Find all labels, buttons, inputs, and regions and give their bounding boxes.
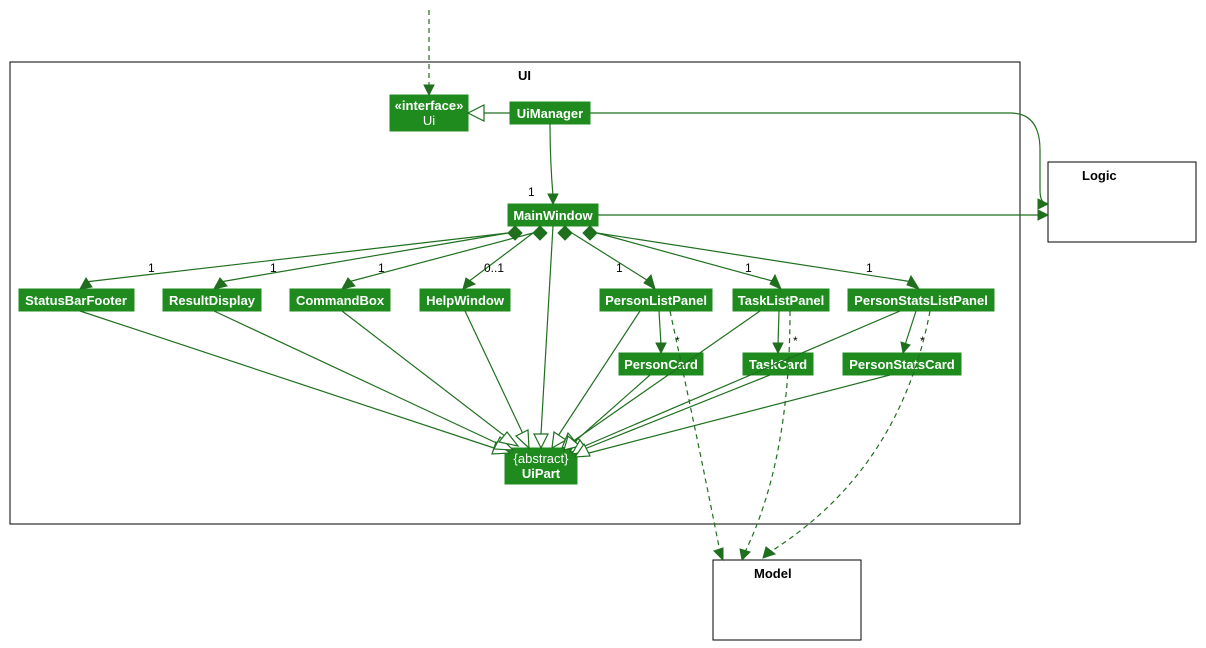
multiplicity-mainwindow: 1 bbox=[528, 185, 535, 199]
svg-text:«interface»: «interface» bbox=[395, 98, 464, 113]
package-ui-label: UI bbox=[518, 68, 531, 83]
svg-text:UiPart: UiPart bbox=[522, 466, 561, 481]
package-logic-label: Logic bbox=[1082, 168, 1117, 183]
svg-text:{abstract}: {abstract} bbox=[514, 451, 570, 466]
node-ui-part: {abstract} UiPart bbox=[505, 448, 577, 484]
multiplicity-resultdisplay: 1 bbox=[270, 261, 277, 275]
svg-text:UiManager: UiManager bbox=[517, 106, 583, 121]
multiplicity-personlistpanel: 1 bbox=[616, 261, 623, 275]
multiplicity-personcard: * bbox=[675, 334, 680, 348]
node-person-stats-card: PersonStatsCard bbox=[843, 353, 961, 375]
package-model-label: Model bbox=[754, 566, 792, 581]
svg-text:Ui: Ui bbox=[423, 113, 435, 128]
multiplicity-tasklistpanel: 1 bbox=[745, 261, 752, 275]
node-person-card: PersonCard bbox=[619, 353, 703, 375]
svg-text:StatusBarFooter: StatusBarFooter bbox=[25, 293, 127, 308]
node-result-display: ResultDisplay bbox=[163, 289, 261, 311]
svg-text:TaskCard: TaskCard bbox=[749, 357, 807, 372]
multiplicity-personstatslistpanel: 1 bbox=[866, 261, 873, 275]
node-main-window: MainWindow bbox=[508, 204, 598, 226]
svg-text:PersonCard: PersonCard bbox=[624, 357, 698, 372]
node-command-box: CommandBox bbox=[290, 289, 390, 311]
svg-text:PersonListPanel: PersonListPanel bbox=[605, 293, 707, 308]
multiplicity-helpwindow: 0..1 bbox=[484, 261, 504, 275]
node-person-stats-list-panel: PersonStatsListPanel bbox=[848, 289, 994, 311]
multiplicity-commandbox: 1 bbox=[378, 261, 385, 275]
node-person-list-panel: PersonListPanel bbox=[600, 289, 712, 311]
node-ui-manager: UiManager bbox=[510, 102, 590, 124]
multiplicity-personstatscard: * bbox=[920, 334, 925, 348]
svg-text:ResultDisplay: ResultDisplay bbox=[169, 293, 256, 308]
node-task-list-panel: TaskListPanel bbox=[733, 289, 829, 311]
svg-text:PersonStatsCard: PersonStatsCard bbox=[849, 357, 955, 372]
svg-text:PersonStatsListPanel: PersonStatsListPanel bbox=[854, 293, 988, 308]
svg-text:HelpWindow: HelpWindow bbox=[426, 293, 505, 308]
uml-diagram: UI Logic Model «interface» Ui UiManager … bbox=[0, 0, 1206, 648]
node-ui-interface: «interface» Ui bbox=[390, 95, 468, 131]
package-logic-box bbox=[1048, 162, 1196, 242]
node-help-window: HelpWindow bbox=[420, 289, 510, 311]
multiplicity-taskcard: * bbox=[793, 334, 798, 348]
multiplicity-statusbarfooter: 1 bbox=[148, 261, 155, 275]
node-task-card: TaskCard bbox=[743, 353, 813, 375]
svg-text:TaskListPanel: TaskListPanel bbox=[738, 293, 824, 308]
svg-text:MainWindow: MainWindow bbox=[513, 208, 593, 223]
svg-text:CommandBox: CommandBox bbox=[296, 293, 385, 308]
node-status-bar-footer: StatusBarFooter bbox=[19, 289, 134, 311]
